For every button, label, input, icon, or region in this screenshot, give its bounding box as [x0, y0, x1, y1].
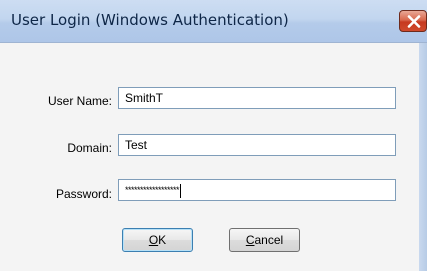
username-input[interactable] [118, 87, 396, 109]
password-label: Password: [55, 187, 112, 201]
password-mask: ****************** [125, 182, 182, 198]
domain-input[interactable] [118, 134, 396, 156]
username-label: User Name: [47, 94, 112, 108]
window-title: User Login (Windows Authentication) [11, 11, 289, 29]
dialog-body [0, 43, 419, 271]
password-masked-value: ****************** [125, 185, 180, 195]
ok-mnemonic: O [148, 233, 159, 247]
password-input[interactable]: ****************** [118, 179, 396, 201]
login-dialog: User Login (Windows Authentication) User… [0, 0, 427, 271]
ok-button[interactable]: OK [122, 228, 193, 252]
close-x-icon [407, 15, 421, 28]
cancel-button[interactable]: Cancel [229, 228, 300, 252]
ok-label-rest: K [158, 233, 167, 247]
close-button[interactable] [399, 10, 427, 32]
domain-label: Domain: [67, 141, 112, 155]
window-border-right [419, 43, 427, 271]
text-caret [180, 183, 182, 198]
cancel-label-rest: ancel [254, 233, 284, 247]
title-bar[interactable]: User Login (Windows Authentication) [0, 0, 427, 43]
